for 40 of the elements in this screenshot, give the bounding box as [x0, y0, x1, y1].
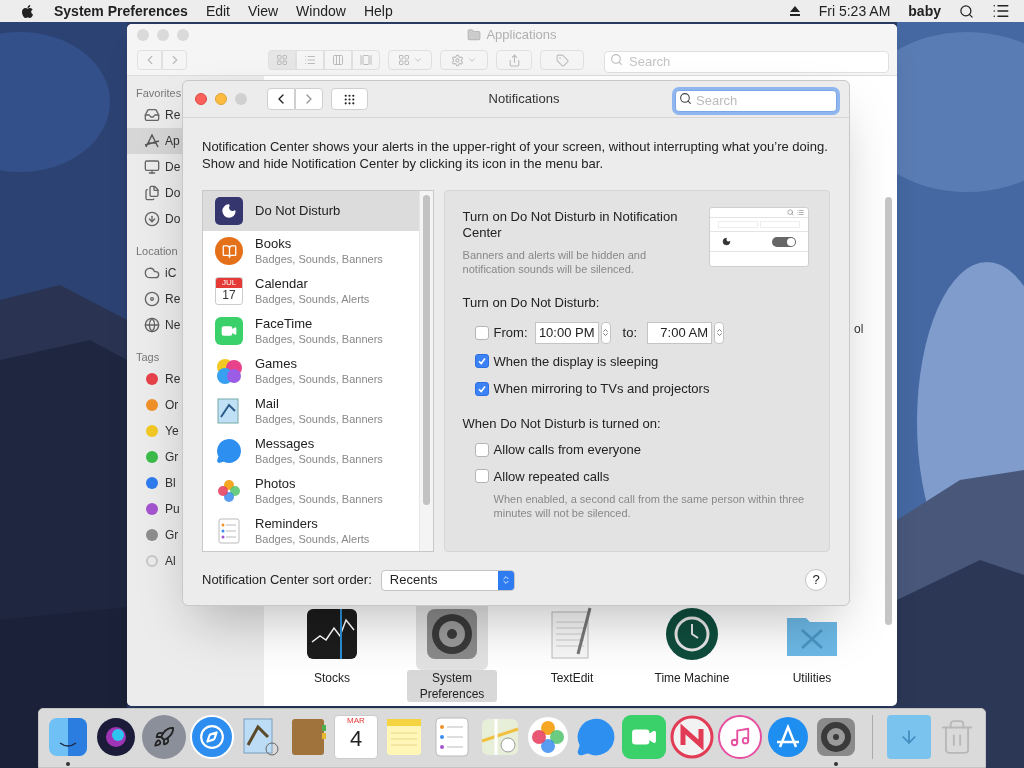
from-label: From:: [493, 323, 528, 342]
app-alert-styles: Badges, Sounds, Banners: [255, 492, 383, 506]
app-alert-styles: Badges, Sounds, Banners: [255, 252, 383, 266]
app-name: Reminders: [255, 516, 319, 532]
section-label: Turn on Do Not Disturb:: [462, 294, 601, 312]
app-name: Books: [255, 236, 293, 252]
calendar-day: 17: [222, 288, 236, 303]
checkbox-label: Allow calls from everyone: [493, 441, 641, 459]
app-alert-styles: Badges, Sounds, Banners: [255, 412, 383, 426]
calendar-month: MAR: [347, 716, 365, 726]
app-alert-styles: Badges, Sounds, Banners: [255, 452, 383, 466]
sidebar-heading: Tags: [136, 349, 160, 365]
app-name: Calendar: [255, 276, 309, 292]
sort-order-label: Notification Center sort order:: [202, 571, 372, 590]
window-title: Applications: [486, 26, 557, 45]
app-alert-styles: Badges, Sounds, Banners: [255, 372, 383, 386]
note-text: Banners and alerts will be hidden and notification sounds will be silenced.: [462, 248, 648, 276]
calendar-day: 4: [349, 726, 363, 752]
checkbox-label: When mirroring to TVs and projectors: [493, 380, 710, 398]
app-name: Games: [255, 356, 298, 372]
section-label: When Do Not Disturb is turned on:: [462, 414, 662, 433]
hint-text: When enabled, a second call from the same person within three minutes will not be silenced.: [492, 492, 806, 520]
sidebar-heading: Favorites: [136, 85, 182, 101]
calendar-month: JUL: [216, 278, 242, 288]
intro-text: Notification Center shows your alerts in the upper-right of your screen, without interrupting what you’re doing. Show and hide Notification Center by clicking its icon in the menu bar.: [201, 138, 829, 172]
app-name: Messages: [255, 436, 316, 452]
app-name: Photos: [255, 476, 297, 492]
window-title: Notifications: [488, 90, 560, 109]
section-heading: Turn on Do Not Disturb in Notification Center: [462, 209, 679, 241]
app-alert-styles: Badges, Sounds, Alerts: [255, 532, 370, 546]
app-alert-styles: Badges, Sounds, Banners: [255, 332, 383, 346]
checkbox-label: Allow repeated calls: [493, 467, 610, 486]
app-name: FaceTime: [255, 316, 314, 332]
checkbox-label: When the display is sleeping: [493, 352, 659, 371]
to-label: to:: [622, 323, 637, 342]
sidebar-heading: Location: [136, 243, 178, 259]
app-alert-styles: Badges, Sounds, Alerts: [255, 292, 370, 306]
app-label: ol: [854, 321, 864, 338]
app-name: Do Not Disturb: [255, 203, 341, 219]
app-name: Mail: [255, 396, 280, 412]
